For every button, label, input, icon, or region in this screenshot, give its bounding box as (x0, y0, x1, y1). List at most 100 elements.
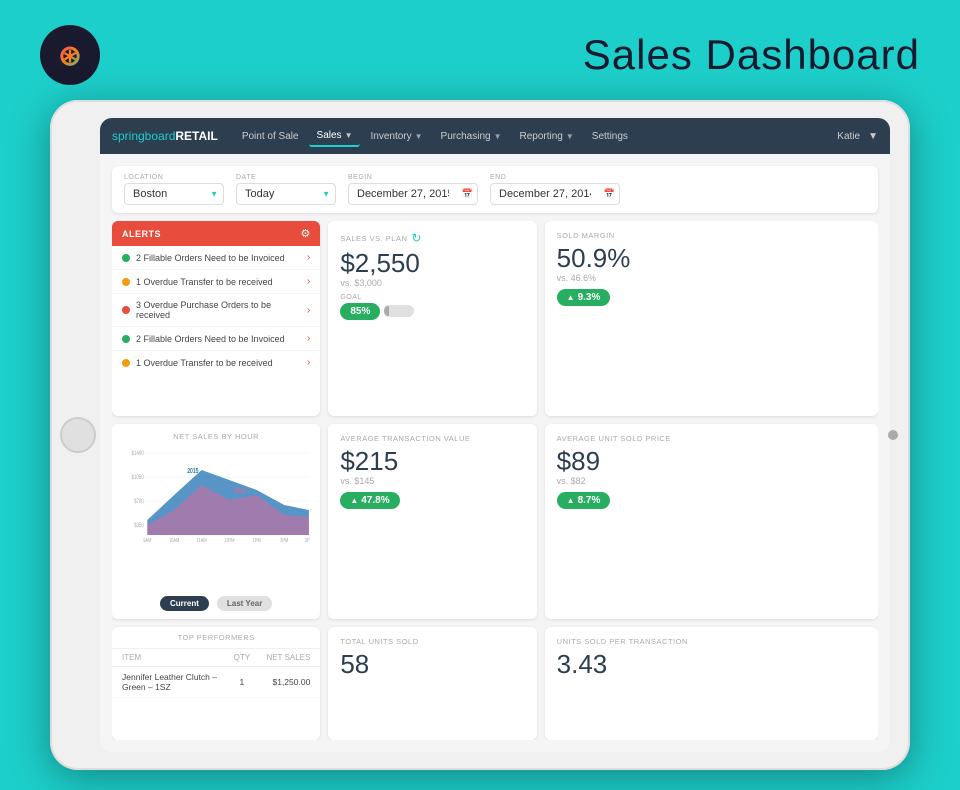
units-per-value: 3.43 (557, 650, 866, 679)
avg-transaction-vs: vs. $145 (340, 476, 524, 486)
top-performers-card: TOP PERFORMERS ITEM QTY NET SALES Jennif… (112, 627, 320, 740)
avg-transaction-value: $215 (340, 447, 524, 476)
nav-item-reporting[interactable]: Reporting ▼ (512, 127, 582, 146)
svg-text:$1400: $1400 (132, 450, 144, 457)
nav-item-purchasing[interactable]: Purchasing ▼ (433, 127, 510, 146)
current-button[interactable]: Current (160, 596, 209, 611)
end-date-input[interactable] (490, 183, 620, 205)
alert-chevron-4: › (307, 333, 310, 344)
svg-text:3PM: 3PM (305, 537, 311, 544)
sales-vs-plan-card: SALES VS. PLAN ↻ $2,550 vs. $3,000 GOAL … (328, 221, 536, 416)
alert-chevron-5: › (307, 357, 310, 368)
svg-text:12PM: 12PM (224, 537, 234, 544)
alert-dot-3 (122, 306, 130, 314)
begin-date-input[interactable] (348, 183, 478, 205)
location-select[interactable]: Boston (124, 183, 224, 205)
alerts-header: ALERTS ⚙ (112, 221, 320, 246)
svg-text:2PM: 2PM (280, 537, 288, 544)
avg-unit-badge: 8.7% (557, 492, 611, 509)
alert-item-3[interactable]: 3 Overdue Purchase Orders to be received… (112, 294, 320, 327)
alert-dot-2 (122, 278, 130, 286)
performers-header: TOP PERFORMERS (112, 627, 320, 649)
begin-date-wrap (348, 183, 478, 205)
svg-text:2015: 2015 (187, 467, 199, 475)
units-per-transaction-card: UNITS SOLD PER TRANSACTION 3.43 (545, 627, 878, 740)
alert-item-2[interactable]: 1 Overdue Transfer to be received › (112, 270, 320, 294)
user-chevron: ▼ (868, 131, 878, 142)
alert-chevron-1: › (307, 252, 310, 263)
performer-item-1: Jennifer Leather Clutch – Green – 1SZ (122, 672, 225, 692)
performer-row-1: Jennifer Leather Clutch – Green – 1SZ 1 … (112, 667, 320, 698)
alert-item-5[interactable]: 1 Overdue Transfer to be received › (112, 351, 320, 374)
svg-text:9AM: 9AM (143, 537, 151, 544)
performers-title: TOP PERFORMERS (122, 633, 310, 642)
alerts-card: ALERTS ⚙ 2 Fillable Orders Need to be In… (112, 221, 320, 416)
sold-margin-vs: vs. 46.6% (557, 273, 866, 283)
alert-item-4[interactable]: 2 Fillable Orders Need to be Invoiced › (112, 327, 320, 351)
logo: ⊛ (40, 25, 100, 85)
alert-item-1[interactable]: 2 Fillable Orders Need to be Invoiced › (112, 246, 320, 270)
svg-text:$700: $700 (134, 498, 144, 505)
col-sales-header: NET SALES (259, 653, 310, 662)
nav-item-sales[interactable]: Sales ▼ (309, 126, 361, 147)
ipad-home-button[interactable] (60, 417, 96, 453)
total-units-value: 58 (340, 650, 524, 679)
chart-title: NET SALES BY HOUR (122, 432, 310, 441)
alert-dot-5 (122, 359, 130, 367)
avg-transaction-card: AVERAGE TRANSACTION VALUE $215 vs. $145 … (328, 424, 536, 619)
goal-badge: 85% (340, 303, 380, 320)
svg-text:2014: 2014 (234, 487, 246, 495)
sales-chevron: ▼ (345, 131, 353, 140)
brand-suffix: RETAIL (175, 129, 217, 143)
performers-columns: ITEM QTY NET SALES (112, 649, 320, 667)
avg-unit-price-card: AVERAGE UNIT SOLD PRICE $89 vs. $82 8.7% (545, 424, 878, 619)
alerts-gear-icon[interactable]: ⚙ (300, 227, 310, 240)
refresh-icon: ↻ (411, 231, 422, 245)
avg-transaction-badge: 47.8% (340, 492, 399, 509)
date-select[interactable]: Today (236, 183, 336, 205)
svg-text:1PM: 1PM (253, 537, 261, 544)
alert-chevron-3: › (307, 305, 310, 316)
nav-user[interactable]: Katie (837, 131, 860, 142)
col-item-header: ITEM (122, 653, 225, 662)
content: LOCATION Boston DATE Today (100, 154, 890, 752)
nav-item-settings[interactable]: Settings (584, 127, 636, 146)
sales-plan-value: $2,550 (340, 249, 524, 278)
screen: springboardRETAIL Point of Sale Sales ▼ … (100, 118, 890, 752)
nav-item-inventory[interactable]: Inventory ▼ (362, 127, 430, 146)
sales-plan-label: SALES VS. PLAN (340, 234, 407, 243)
avg-unit-vs: vs. $82 (557, 476, 866, 486)
begin-filter: BEGIN (348, 174, 478, 205)
date-select-wrap: Today (236, 183, 336, 205)
ipad-frame: springboardRETAIL Point of Sale Sales ▼ … (50, 100, 910, 770)
page-title: Sales Dashboard (583, 31, 920, 79)
nav-item-pos[interactable]: Point of Sale (234, 127, 307, 146)
sold-margin-badge: 9.3% (557, 289, 611, 306)
brand-name: springboard (112, 129, 175, 143)
sold-margin-card: SOLD MARGIN 50.9% vs. 46.6% 9.3% (545, 221, 878, 416)
purchasing-chevron: ▼ (494, 132, 502, 141)
svg-text:11AM: 11AM (197, 537, 207, 544)
inventory-chevron: ▼ (415, 132, 423, 141)
col-qty-header: QTY (225, 653, 259, 662)
svg-text:$1050: $1050 (132, 474, 144, 481)
location-select-wrap: Boston (124, 183, 224, 205)
last-year-button[interactable]: Last Year (217, 596, 272, 611)
goal-row: GOAL 85% (340, 294, 524, 320)
dashboard-grid: SALES VS. PLAN ↻ $2,550 vs. $3,000 GOAL … (112, 221, 878, 740)
svg-text:$350: $350 (134, 522, 144, 529)
alert-chevron-2: › (307, 276, 310, 287)
ipad-side-button (888, 430, 898, 440)
reporting-chevron: ▼ (566, 132, 574, 141)
avg-unit-value: $89 (557, 447, 866, 476)
avg-unit-label: AVERAGE UNIT SOLD PRICE (557, 434, 866, 443)
nav-brand: springboardRETAIL (112, 129, 218, 143)
total-units-card: TOTAL UNITS SOLD 58 (328, 627, 536, 740)
nav-items: Point of Sale Sales ▼ Inventory ▼ Purcha… (234, 126, 837, 147)
chart-legend: Current Last Year (122, 596, 310, 611)
performer-qty-1: 1 (225, 677, 259, 687)
end-date-wrap (490, 183, 620, 205)
avg-transaction-label: AVERAGE TRANSACTION VALUE (340, 434, 524, 443)
progress-wrap: 85% (340, 303, 414, 320)
alert-dot-1 (122, 254, 130, 262)
